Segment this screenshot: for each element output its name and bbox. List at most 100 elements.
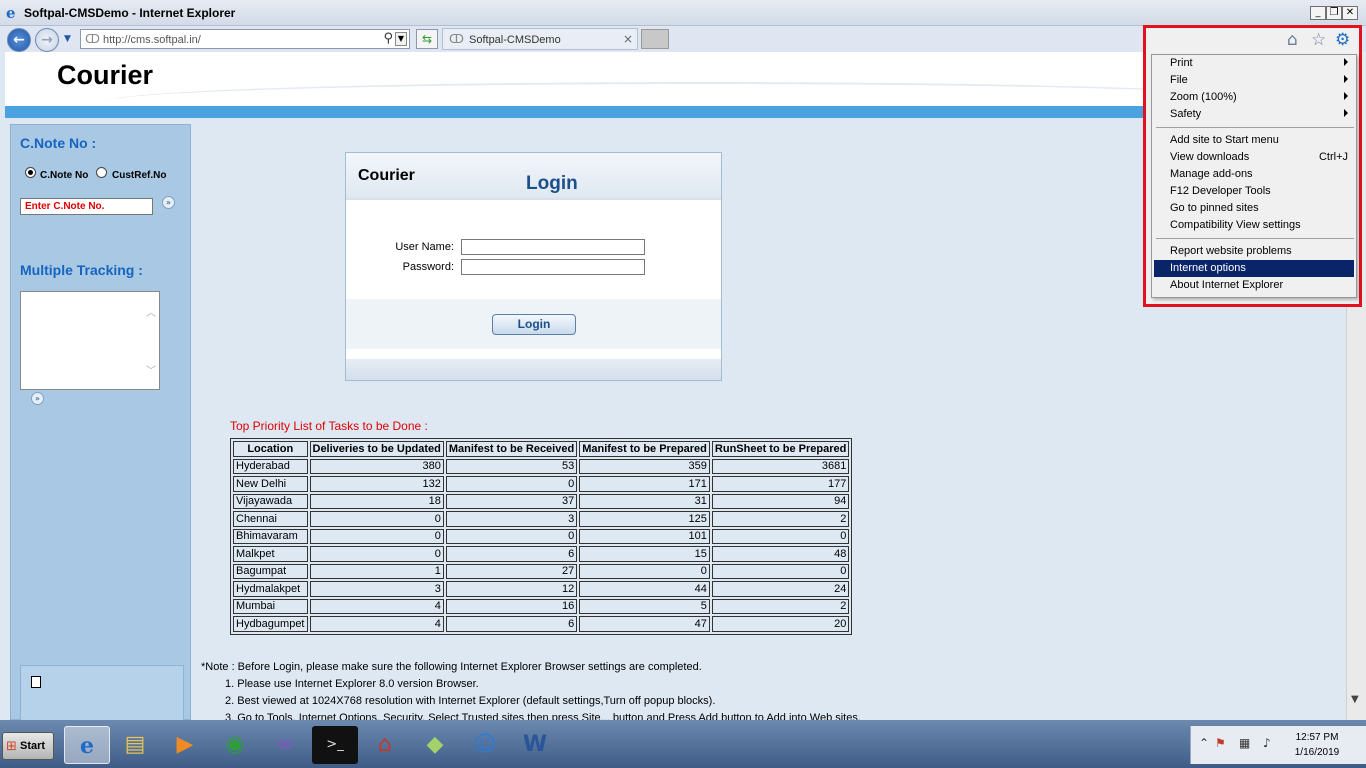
taskbar-explorer-icon[interactable]: ▤: [112, 726, 158, 764]
recent-pages-dropdown-icon[interactable]: ▼: [64, 34, 71, 44]
multiple-tracking-textarea[interactable]: ︿ ﹀: [20, 291, 160, 390]
browser-tab[interactable]: ↀ Softpal-CMSDemo ×: [442, 28, 638, 50]
tab-close-icon[interactable]: ×: [623, 32, 633, 46]
location-cell: Bhimavaram: [233, 528, 308, 544]
taskbar-visual-studio-icon[interactable]: ∞: [262, 726, 308, 764]
home-icon[interactable]: ⌂: [1287, 30, 1298, 50]
location-cell: Vijayawada: [233, 493, 308, 509]
login-button-zone: Login: [346, 299, 721, 349]
system-tray: ⌃ ⚑ ▦ ♪ 12:57 PM 1/16/2019: [1190, 726, 1366, 764]
table-row: Mumbai 4 16 5 2: [233, 598, 850, 614]
count-cell: 48: [711, 546, 850, 562]
count-cell: 0: [445, 476, 578, 492]
location-cell: Hydmalakpet: [233, 581, 308, 597]
count-cell: 0: [579, 563, 710, 579]
taskbar-chrome-icon[interactable]: ◉: [212, 726, 258, 764]
menu-item-view-downloads[interactable]: View downloads Ctrl+J: [1154, 149, 1354, 166]
count-cell: 31: [579, 493, 710, 509]
menu-item-about-ie[interactable]: About Internet Explorer: [1154, 277, 1354, 294]
tray-flag-icon[interactable]: ⚑: [1215, 736, 1226, 750]
radio-cnote[interactable]: [25, 167, 36, 178]
new-tab-button[interactable]: [641, 29, 669, 49]
taskbar-ie-icon[interactable]: e: [64, 726, 110, 764]
column-header: Deliveries to be Updated: [309, 441, 444, 457]
device-icon[interactable]: [31, 676, 41, 688]
count-cell: 0: [309, 546, 444, 562]
restore-button[interactable]: ❐: [1326, 6, 1342, 20]
menu-item-add-site[interactable]: Add site to Start menu: [1154, 132, 1354, 149]
menu-item-compat-view[interactable]: Compatibility View settings: [1154, 217, 1354, 234]
location-cell: Malkpet: [233, 546, 308, 562]
username-label: User Name:: [395, 241, 454, 253]
cnote-input[interactable]: Enter C.Note No.: [20, 198, 153, 215]
count-cell: 0: [445, 528, 578, 544]
tray-volume-icon[interactable]: ♪: [1263, 736, 1271, 750]
start-button[interactable]: ⊞ Start: [2, 732, 54, 760]
address-bar[interactable]: ↀ http://cms.softpal.in/ ⚲ ▼: [80, 29, 410, 49]
refresh-button[interactable]: ⇆: [416, 29, 438, 49]
count-cell: 0: [711, 563, 850, 579]
taskbar-files-icon[interactable]: ◆: [412, 726, 458, 764]
address-dropdown-icon[interactable]: ▼: [395, 32, 407, 46]
tools-gear-icon[interactable]: ⚙: [1335, 30, 1350, 50]
radio-cnote-label: C.Note No: [40, 170, 89, 181]
radio-custref[interactable]: [96, 167, 107, 178]
taskbar-cmd-icon[interactable]: >_: [312, 726, 358, 764]
search-icon[interactable]: ⚲: [383, 31, 393, 46]
count-cell: 16: [445, 598, 578, 614]
cnote-heading: C.Note No :: [20, 135, 97, 151]
count-cell: 27: [445, 563, 578, 579]
close-window-button[interactable]: ✕: [1342, 6, 1358, 20]
task-table-body: Hyderabad 380 53 359 3681 New Delhi 132 0 171 177…: [233, 458, 850, 632]
windows-flag-icon: ⊞: [6, 739, 17, 754]
username-input[interactable]: [461, 239, 645, 255]
tools-menu: Print File Zoom (100%) Safety Add site t…: [1151, 54, 1357, 298]
scroll-up-icon[interactable]: ︿: [146, 304, 156, 319]
minimize-button[interactable]: _: [1310, 6, 1326, 20]
menu-item-label: Compatibility View settings: [1170, 219, 1301, 231]
tray-clock[interactable]: 12:57 PM 1/16/2019: [1288, 730, 1346, 760]
tray-date: 1/16/2019: [1294, 747, 1340, 758]
scroll-down-icon[interactable]: ﹀: [146, 362, 156, 377]
count-cell: 125: [579, 511, 710, 527]
menu-item-manage-addons[interactable]: Manage add-ons: [1154, 166, 1354, 183]
radio-custref-label: CustRef.No: [112, 170, 167, 181]
menu-item-f12-tools[interactable]: F12 Developer Tools: [1154, 183, 1354, 200]
menu-item-label: Print: [1170, 57, 1193, 69]
menu-item-report-problems[interactable]: Report website problems: [1154, 243, 1354, 260]
submenu-arrow-icon: [1344, 109, 1348, 117]
count-cell: 12: [445, 581, 578, 597]
count-cell: 101: [579, 528, 710, 544]
count-cell: 4: [309, 598, 444, 614]
menu-item-file[interactable]: File: [1154, 72, 1354, 89]
back-button[interactable]: ←: [7, 28, 31, 52]
forward-button[interactable]: →: [35, 28, 59, 52]
browser-notes: *Note : Before Login, please make sure t…: [201, 659, 861, 720]
tray-network-icon[interactable]: ▦: [1239, 736, 1250, 750]
login-brand: Courier: [358, 167, 415, 184]
menu-item-zoom[interactable]: Zoom (100%): [1154, 89, 1354, 106]
taskbar-word-icon[interactable]: W: [512, 726, 558, 764]
multiple-expand-icon[interactable]: »: [31, 392, 44, 405]
taskbar-app-icon[interactable]: ⌂: [362, 726, 408, 764]
multiple-tracking-heading: Multiple Tracking :: [20, 262, 143, 278]
windows-taskbar: ⊞ Start e ▤ ▶ ◉ ∞ >_ ⌂ ◆ ☺ W ⌃ ⚑ ▦ ♪ 12:…: [0, 720, 1366, 768]
menu-item-print[interactable]: Print: [1154, 55, 1354, 72]
window-titlebar: e Softpal-CMSDemo - Internet Explorer _ …: [0, 0, 1366, 26]
menu-item-safety[interactable]: Safety: [1154, 106, 1354, 123]
note-item: 2. Best viewed at 1024X768 resolution wi…: [225, 695, 716, 707]
login-button[interactable]: Login: [492, 314, 576, 335]
table-row: Hyderabad 380 53 359 3681: [233, 458, 850, 474]
taskbar-users-icon[interactable]: ☺: [462, 726, 508, 764]
menu-item-pinned-sites[interactable]: Go to pinned sites: [1154, 200, 1354, 217]
count-cell: 0: [309, 528, 444, 544]
taskbar-media-icon[interactable]: ▶: [162, 726, 208, 764]
password-input[interactable]: [461, 259, 645, 275]
menu-item-internet-options[interactable]: Internet options: [1154, 260, 1354, 277]
tray-expand-icon[interactable]: ⌃: [1199, 736, 1209, 750]
cnote-expand-icon[interactable]: »: [162, 196, 175, 209]
table-row: Vijayawada 18 37 31 94: [233, 493, 850, 509]
location-cell: Bagumpat: [233, 563, 308, 579]
favorites-star-icon[interactable]: ☆: [1311, 30, 1326, 50]
scroll-down-arrow-icon[interactable]: ▼: [1351, 694, 1359, 705]
